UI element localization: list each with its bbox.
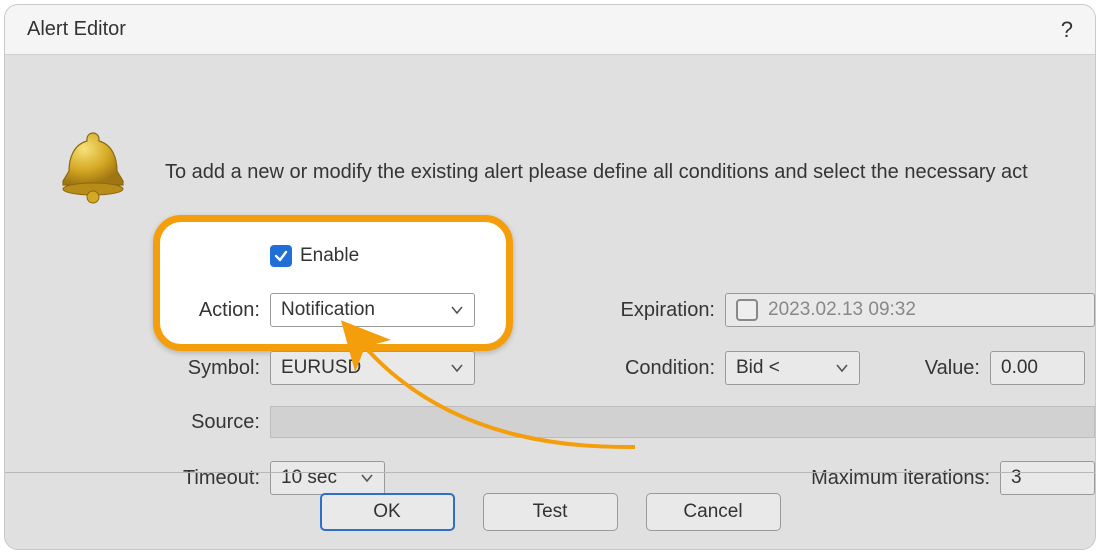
expiration-label: Expiration:: [475, 299, 725, 322]
symbol-value: EURUSD: [281, 357, 361, 379]
test-button[interactable]: Test: [483, 493, 618, 531]
chevron-down-icon: [835, 361, 849, 375]
value-label: Value:: [860, 357, 990, 380]
expiration-field[interactable]: 2023.02.13 09:32: [725, 293, 1095, 327]
value-input[interactable]: 0.00: [990, 351, 1085, 385]
source-input[interactable]: [270, 406, 1095, 438]
row-enable: Enable: [165, 235, 1095, 277]
chevron-down-icon: [450, 303, 464, 317]
value-value: 0.00: [1001, 357, 1038, 379]
expiration-value: 2023.02.13 09:32: [768, 299, 916, 321]
enable-checkbox[interactable]: [270, 245, 292, 267]
chevron-down-icon: [450, 361, 464, 375]
expiration-checkbox[interactable]: [736, 299, 758, 321]
action-select[interactable]: Notification: [270, 293, 475, 327]
button-bar: OK Test Cancel: [5, 472, 1095, 531]
check-icon: [274, 249, 288, 263]
action-label: Action:: [165, 299, 270, 322]
test-label: Test: [533, 501, 568, 523]
window-title: Alert Editor: [27, 18, 126, 41]
bell-icon: [53, 127, 133, 207]
alert-editor-dialog: Alert Editor ? To add a new or modify th…: [4, 4, 1096, 550]
enable-label: Enable: [300, 245, 359, 267]
content-area: To add a new or modify the existing aler…: [5, 55, 1095, 549]
titlebar: Alert Editor ?: [5, 5, 1095, 55]
help-icon[interactable]: ?: [1061, 17, 1073, 43]
row-symbol: Symbol: EURUSD Condition: Bid < Value: 0…: [165, 347, 1095, 389]
condition-value: Bid <: [736, 357, 780, 379]
row-source: Source:: [165, 401, 1095, 443]
action-value: Notification: [281, 299, 375, 321]
symbol-label: Symbol:: [165, 357, 270, 380]
ok-button[interactable]: OK: [320, 493, 455, 531]
condition-label: Condition:: [475, 357, 725, 380]
symbol-select[interactable]: EURUSD: [270, 351, 475, 385]
ok-label: OK: [373, 501, 400, 523]
cancel-button[interactable]: Cancel: [646, 493, 781, 531]
cancel-label: Cancel: [683, 501, 742, 523]
instruction-text: To add a new or modify the existing aler…: [165, 161, 1095, 184]
source-label: Source:: [165, 411, 270, 434]
row-action: Action: Notification Expiration: 2023.02…: [165, 289, 1095, 331]
condition-select[interactable]: Bid <: [725, 351, 860, 385]
